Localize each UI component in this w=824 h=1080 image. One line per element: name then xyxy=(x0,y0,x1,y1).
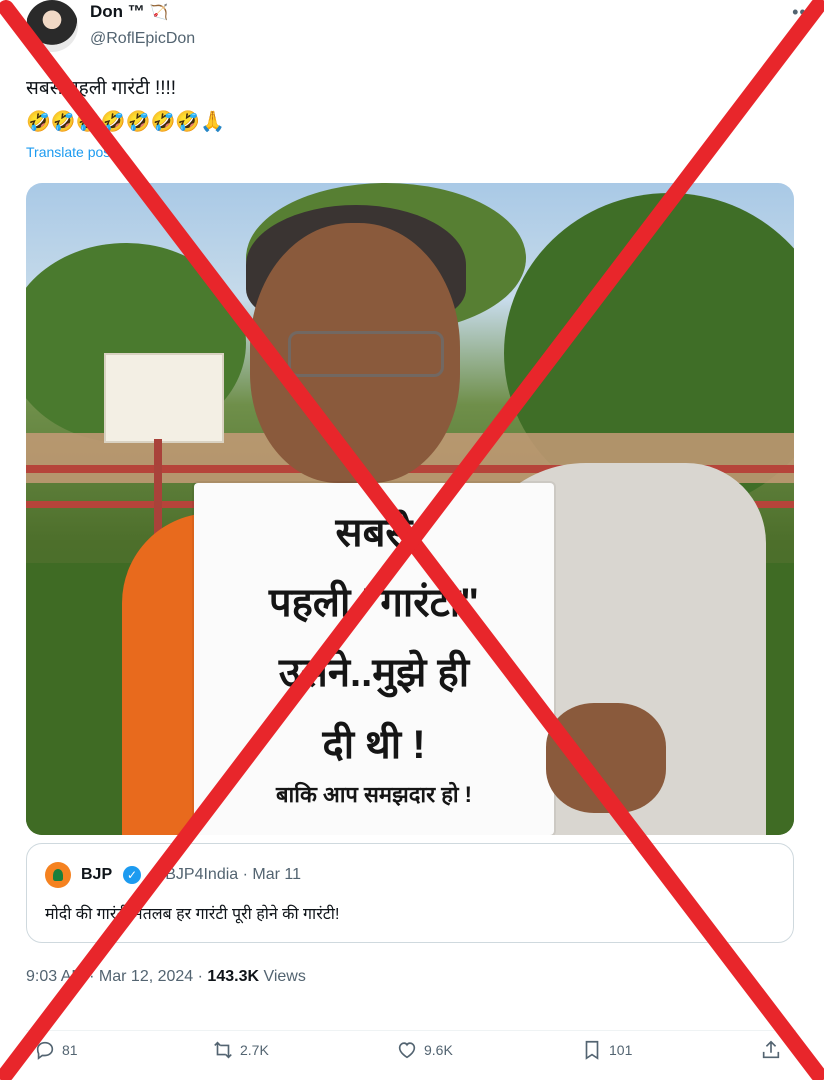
placard-line: उसने..मुझे ही xyxy=(278,651,470,695)
translate-post-link[interactable]: Translate post xyxy=(26,144,114,160)
reply-count: 81 xyxy=(62,1042,78,1058)
background-signboard xyxy=(104,353,224,443)
bow-arrow-icon: 🏹 xyxy=(149,4,169,21)
repost-button[interactable]: 2.7K xyxy=(212,1039,269,1061)
author-name[interactable]: Don ™ 🏹 xyxy=(90,2,168,22)
placard-line: सबसे xyxy=(335,511,413,555)
reply-icon xyxy=(36,1041,54,1060)
bookmark-button[interactable]: 101 xyxy=(581,1039,632,1061)
timestamp[interactable]: 9:03 AM · Mar 12, 2024 · xyxy=(26,968,207,985)
more-options-icon[interactable]: ••• xyxy=(792,2,814,23)
views-label: Views xyxy=(259,968,306,985)
tweet-text: सबसे पहली गारंटी !!!! xyxy=(26,78,177,99)
eyeglasses xyxy=(288,331,444,377)
repost-count: 2.7K xyxy=(240,1042,269,1058)
handwritten-placard: सबसे पहली "गारंटी" उसने..मुझे ही दी थी !… xyxy=(194,483,554,835)
quoted-tweet[interactable]: BJP ✓ @BJP4India · Mar 11 मोदी की गारंटी… xyxy=(26,843,794,943)
heart-icon xyxy=(398,1042,416,1059)
share-icon xyxy=(762,1040,780,1059)
author-handle[interactable]: @RoflEpicDon xyxy=(90,30,195,48)
like-button[interactable]: 9.6K xyxy=(396,1039,453,1061)
verified-badge-icon: ✓ xyxy=(123,866,141,884)
tweet-emojis: 🤣🤣🤣🤣🤣🤣🤣🙏 xyxy=(26,111,226,133)
quoted-handle-time: @BJP4India · Mar 11 xyxy=(149,866,302,883)
placard-line: दी थी ! xyxy=(322,723,426,767)
tweet-header: Don ™ 🏹 @RoflEpicDon ••• xyxy=(26,0,816,60)
action-bar: 81 2.7K 9.6K 101 xyxy=(26,1030,796,1071)
author-avatar[interactable] xyxy=(26,0,78,52)
repost-icon xyxy=(214,1041,232,1059)
quoted-text: मोदी की गारंटी मतलब हर गारंटी पूरी होने … xyxy=(45,906,340,923)
placard-line: बाकि आप समझदार हो ! xyxy=(275,782,473,807)
bookmark-count: 101 xyxy=(609,1042,633,1058)
like-count: 9.6K xyxy=(424,1042,453,1058)
placard-line: पहली "गारंटी" xyxy=(268,581,480,625)
author-name-text: Don ™ xyxy=(90,2,145,21)
quoted-author-name: BJP xyxy=(81,866,113,883)
tweet-meta: 9:03 AM · Mar 12, 2024 · 143.3K Views xyxy=(26,968,306,986)
tweet-media-image[interactable]: सबसे पहली "गारंटी" उसने..मुझे ही दी थी !… xyxy=(26,183,794,835)
share-button[interactable] xyxy=(760,1039,782,1061)
views-count: 143.3K xyxy=(207,968,260,985)
bjp-lotus-logo-icon xyxy=(45,862,71,888)
reply-button[interactable]: 81 xyxy=(34,1039,78,1061)
bookmark-icon xyxy=(585,1040,599,1060)
person-hand xyxy=(546,703,666,813)
